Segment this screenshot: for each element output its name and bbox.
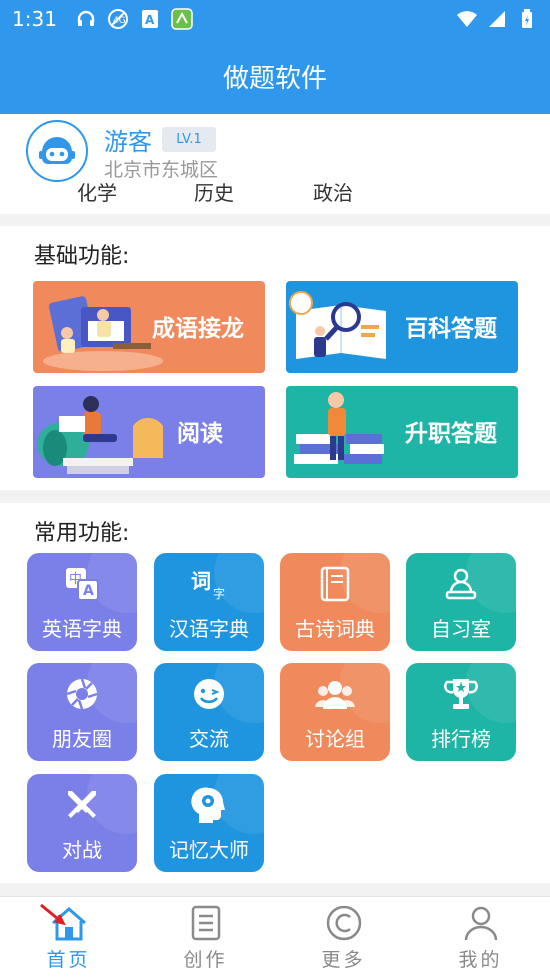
card-label: 百科答题 bbox=[405, 316, 497, 342]
crossed-swords-icon bbox=[27, 784, 137, 826]
level-badge: LV.1 bbox=[162, 127, 216, 152]
app-bar: 做题软件 bbox=[0, 38, 550, 114]
trophy-icon bbox=[406, 673, 516, 715]
svg-text:A: A bbox=[145, 13, 155, 27]
headset-icon bbox=[75, 8, 97, 30]
status-notification-icons: 4G A bbox=[75, 8, 193, 30]
promotion-quiz-card[interactable]: 升职答题 bbox=[286, 386, 518, 478]
smile-chat-icon bbox=[154, 673, 264, 715]
subject-tag[interactable]: 政治 bbox=[313, 177, 353, 206]
svg-text:4G: 4G bbox=[113, 16, 126, 26]
english-dictionary-tile[interactable]: 中A 英语字典 bbox=[27, 553, 137, 651]
translate-icon: 中A bbox=[27, 563, 137, 605]
tile-label: 自习室 bbox=[431, 617, 491, 641]
svg-text:词: 词 bbox=[191, 569, 211, 593]
app-green-icon bbox=[171, 8, 193, 30]
card-label: 升职答题 bbox=[405, 421, 497, 447]
study-room-tile[interactable]: 自习室 bbox=[406, 553, 516, 651]
avatar[interactable] bbox=[26, 120, 88, 182]
word-dictionary-icon: 词字 bbox=[154, 563, 264, 605]
card-label: 成语接龙 bbox=[152, 316, 244, 342]
chinese-dictionary-tile[interactable]: 词字 汉语字典 bbox=[154, 553, 264, 651]
nav-mine[interactable]: 我的 bbox=[412, 897, 549, 977]
nav-more[interactable]: 更多 bbox=[275, 897, 412, 977]
leaderboard-tile[interactable]: 排行榜 bbox=[406, 663, 516, 761]
idiom-chain-card[interactable]: 成语接龙 bbox=[33, 281, 265, 373]
svg-text:字: 字 bbox=[213, 586, 225, 601]
svg-text:A: A bbox=[83, 583, 94, 599]
poetry-dictionary-tile[interactable]: 古诗词典 bbox=[280, 553, 390, 651]
tile-label: 对战 bbox=[62, 838, 102, 862]
brain-gear-icon bbox=[154, 784, 264, 826]
section-title: 基础功能: bbox=[34, 244, 130, 269]
document-icon bbox=[137, 903, 274, 943]
subject-tag[interactable]: 化学 bbox=[77, 177, 117, 206]
aperture-icon bbox=[27, 673, 137, 715]
chat-tile[interactable]: 交流 bbox=[154, 663, 264, 761]
memory-master-tile[interactable]: 记忆大师 bbox=[154, 774, 264, 872]
status-system-icons bbox=[456, 8, 538, 30]
status-time: 1:31 bbox=[12, 7, 57, 31]
tile-label: 英语字典 bbox=[42, 617, 122, 641]
subject-tags: 化学 历史 政治 bbox=[0, 177, 550, 207]
battery-icon bbox=[516, 8, 538, 30]
nav-home[interactable]: 首页 bbox=[0, 897, 137, 977]
page-title: 做题软件 bbox=[222, 63, 327, 94]
tile-label: 古诗词典 bbox=[295, 617, 375, 641]
wifi-icon bbox=[456, 8, 478, 30]
section-title: 常用功能: bbox=[34, 521, 130, 546]
nav-label: 创作 bbox=[183, 949, 228, 971]
basic-functions-section: 基础功能: 成语接龙 百科答题 阅读 升职答题 bbox=[0, 226, 550, 490]
tile-label: 交流 bbox=[189, 727, 229, 751]
tile-label: 排行榜 bbox=[431, 727, 491, 751]
profile-panel: 游客 LV.1 北京市东城区 化学 历史 政治 bbox=[0, 114, 550, 214]
no-sim-icon: 4G bbox=[107, 8, 129, 30]
battle-tile[interactable]: 对战 bbox=[27, 774, 137, 872]
app-a-icon: A bbox=[139, 8, 161, 30]
discussion-group-tile[interactable]: 讨论组 bbox=[280, 663, 390, 761]
reading-card[interactable]: 阅读 bbox=[33, 386, 265, 478]
moments-tile[interactable]: 朋友圈 bbox=[27, 663, 137, 761]
home-icon bbox=[0, 903, 137, 943]
nav-label: 我的 bbox=[458, 949, 503, 971]
tile-label: 讨论组 bbox=[305, 727, 365, 751]
nav-label: 首页 bbox=[46, 949, 91, 971]
nav-label: 更多 bbox=[321, 949, 366, 971]
copyright-circle-icon bbox=[275, 903, 412, 943]
user-icon bbox=[412, 903, 549, 943]
tile-label: 汉语字典 bbox=[169, 617, 249, 641]
card-label: 阅读 bbox=[177, 421, 223, 447]
common-functions-section: 常用功能: 中A 英语字典 词字 汉语字典 古诗词典 自习室 朋友圈 交流 讨论… bbox=[0, 503, 550, 883]
tile-label: 朋友圈 bbox=[52, 727, 112, 751]
bottom-navigation: 首页 创作 更多 我的 bbox=[0, 896, 550, 977]
person-reading-illustration bbox=[37, 396, 163, 474]
nav-create[interactable]: 创作 bbox=[137, 897, 274, 977]
subject-tag[interactable]: 历史 bbox=[194, 177, 234, 206]
encyclopedia-quiz-card[interactable]: 百科答题 bbox=[286, 281, 518, 373]
robot-face-icon bbox=[39, 137, 75, 164]
group-icon bbox=[280, 673, 390, 715]
book-icon bbox=[280, 563, 390, 605]
study-room-icon bbox=[406, 563, 516, 605]
signal-icon bbox=[486, 8, 508, 30]
user-name[interactable]: 游客 bbox=[104, 122, 152, 157]
status-bar: 1:31 4G A bbox=[0, 0, 550, 38]
tile-label: 记忆大师 bbox=[169, 838, 249, 862]
